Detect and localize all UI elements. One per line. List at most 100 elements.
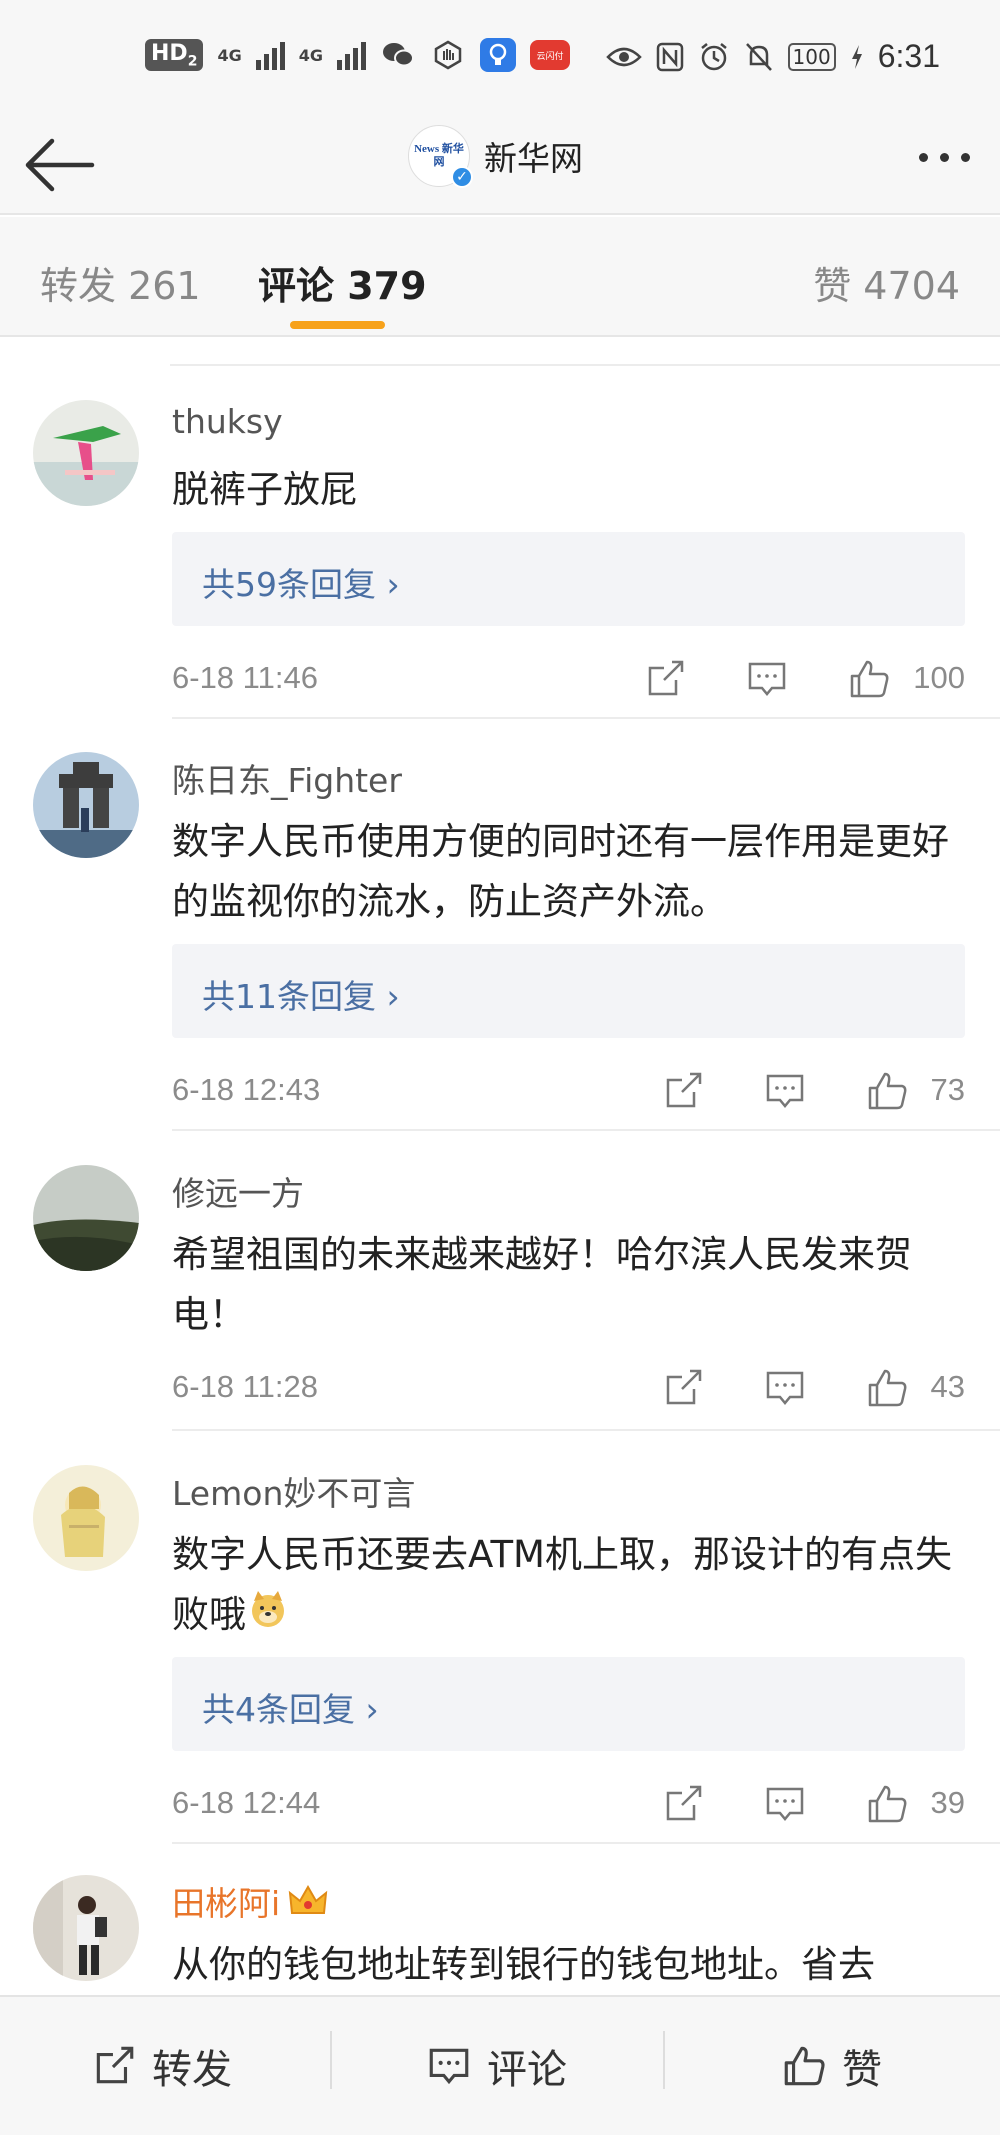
comment-meta: 6-18 11:46 100 — [172, 656, 965, 702]
comment-label: 评论 — [487, 2047, 567, 2093]
like-icon[interactable] — [846, 656, 892, 702]
nfc-icon — [656, 42, 683, 71]
comment-time: 6-18 11:28 — [172, 1369, 318, 1404]
comment-icon[interactable] — [744, 656, 790, 702]
tab-comments[interactable]: 评论 379 — [258, 255, 427, 310]
comment-time: 6-18 11:46 — [172, 660, 318, 695]
divider — [172, 1842, 1000, 1844]
avatar[interactable] — [33, 752, 139, 858]
comment-text-content: 数字人民币还要去ATM机上取，那设计的有点失败哦 — [172, 1533, 952, 1636]
divider — [172, 717, 1000, 719]
comment-text: 数字人民币使用方便的同时还有一层作用是更好的监视你的流水，防止资产外流。 — [172, 820, 949, 923]
more-button[interactable] — [919, 153, 970, 162]
account-logo: News 新华网 — [414, 143, 464, 168]
divider — [170, 364, 1000, 366]
doge-emoji-icon — [248, 1587, 288, 1647]
comment-text: 希望祖国的未来越来越好！哈尔滨人民发来贺电！ — [172, 1233, 912, 1336]
eye-icon — [605, 47, 642, 66]
repost-icon[interactable] — [660, 1781, 706, 1827]
comment-meta: 6-18 11:28 43 — [172, 1365, 965, 1411]
replies-label: 共59条回复 › — [202, 565, 400, 604]
like-icon — [784, 2046, 825, 2086]
comment-time: 6-18 12:43 — [172, 1072, 321, 1107]
network-4g-label-2: 4G — [298, 45, 323, 65]
like-label: 赞 — [842, 2047, 882, 2093]
comment-icon — [429, 2048, 469, 2085]
comment-username[interactable]: 陈日东_Fighter — [172, 754, 402, 802]
mute-icon — [745, 42, 772, 71]
avatar[interactable] — [33, 1875, 139, 1981]
comment-icon[interactable] — [762, 1781, 808, 1827]
alarm-icon — [700, 42, 727, 70]
nav-header: News 新华网 ✓ 新华网 — [0, 115, 1000, 215]
repost-label: 转发 — [152, 2047, 232, 2093]
crown-icon — [288, 1884, 328, 1927]
repost-button[interactable]: 转发 — [90, 2037, 232, 2095]
comment-text: 从你的钱包地址转到银行的钱包地址。省去 — [172, 1943, 875, 1986]
account-avatar[interactable]: News 新华网 ✓ — [408, 125, 473, 188]
comment-username[interactable]: thuksy — [172, 402, 283, 441]
replies-label: 共11条回复 › — [202, 977, 400, 1016]
divider — [330, 2031, 332, 2089]
comment-icon[interactable] — [762, 1068, 808, 1114]
repost-icon[interactable] — [660, 1365, 706, 1411]
status-right: 100 6:31 — [605, 38, 940, 75]
divider — [172, 1429, 1000, 1431]
like-button[interactable]: 赞 — [780, 2037, 882, 2095]
like-count: 43 — [930, 1369, 965, 1404]
like-count: 100 — [913, 660, 965, 695]
wechat-icon — [380, 38, 416, 72]
repost-icon — [96, 2046, 134, 2084]
like-count: 39 — [930, 1785, 965, 1820]
hd-indicator: HD2 — [145, 38, 204, 72]
bottom-action-bar: 转发 评论 赞 — [0, 1995, 1000, 2135]
view-replies-button[interactable]: 共4条回复 › — [172, 1657, 965, 1751]
avatar[interactable] — [33, 1165, 139, 1271]
tab-active-indicator — [290, 321, 385, 329]
comment-username[interactable]: 修远一方 — [172, 1167, 304, 1215]
back-arrow-icon — [25, 138, 95, 192]
tab-repost[interactable]: 转发 261 — [40, 255, 201, 310]
repost-icon[interactable] — [660, 1068, 706, 1114]
clock: 6:31 — [877, 38, 940, 74]
bulb-app-icon — [479, 38, 516, 72]
tab-bar: 转发 261 评论 379 赞 4704 — [0, 217, 1000, 337]
view-replies-button[interactable]: 共11条回复 › — [172, 944, 965, 1038]
comment-icon[interactable] — [762, 1365, 808, 1411]
status-left: HD2 4G 4G 云闪付 — [145, 38, 570, 72]
battery-indicator: 100 — [787, 42, 836, 71]
comment-text: 数字人民币还要去ATM机上取，那设计的有点失败哦 — [172, 1525, 972, 1647]
repost-icon[interactable] — [642, 656, 688, 702]
verified-icon: ✓ — [451, 166, 473, 188]
avatar[interactable] — [33, 400, 139, 506]
account-title[interactable]: News 新华网 ✓ 新华网 — [408, 125, 583, 188]
tab-likes[interactable]: 赞 4704 — [813, 255, 960, 310]
avatar[interactable] — [33, 1465, 139, 1571]
status-bar: HD2 4G 4G 云闪付 100 6:31 — [0, 0, 1000, 115]
signal-icon — [255, 40, 285, 70]
signal-icon-2 — [336, 40, 366, 70]
replies-label: 共4条回复 › — [202, 1690, 379, 1729]
comment-meta: 6-18 12:43 73 — [172, 1068, 965, 1114]
hand-app-icon — [430, 38, 466, 72]
comment-meta: 6-18 12:44 39 — [172, 1781, 965, 1827]
comment-button[interactable]: 评论 — [425, 2037, 567, 2095]
comment-username[interactable]: 田彬阿i — [172, 1877, 328, 1927]
like-icon[interactable] — [864, 1781, 910, 1827]
back-button[interactable] — [22, 133, 98, 197]
network-4g-label: 4G — [217, 45, 242, 65]
comment-username[interactable]: Lemon妙不可言 — [172, 1467, 415, 1515]
comment-list[interactable]: thuksy 脱裤子放屁 共59条回复 › 6-18 11:46 100 陈日东… — [0, 339, 1000, 1994]
comment-time: 6-18 12:44 — [172, 1785, 321, 1820]
divider — [172, 1129, 1000, 1131]
account-name: 新华网 — [484, 139, 583, 178]
comment-text: 脱裤子放屁 — [172, 468, 357, 511]
divider — [663, 2031, 665, 2089]
view-replies-button[interactable]: 共59条回复 › — [172, 532, 965, 626]
more-icon — [919, 153, 928, 162]
cloud-pay-badge: 云闪付 — [529, 40, 570, 70]
charging-icon — [851, 44, 862, 69]
like-icon[interactable] — [864, 1365, 910, 1411]
like-icon[interactable] — [864, 1068, 910, 1114]
username-label: 田彬阿i — [172, 1884, 281, 1923]
